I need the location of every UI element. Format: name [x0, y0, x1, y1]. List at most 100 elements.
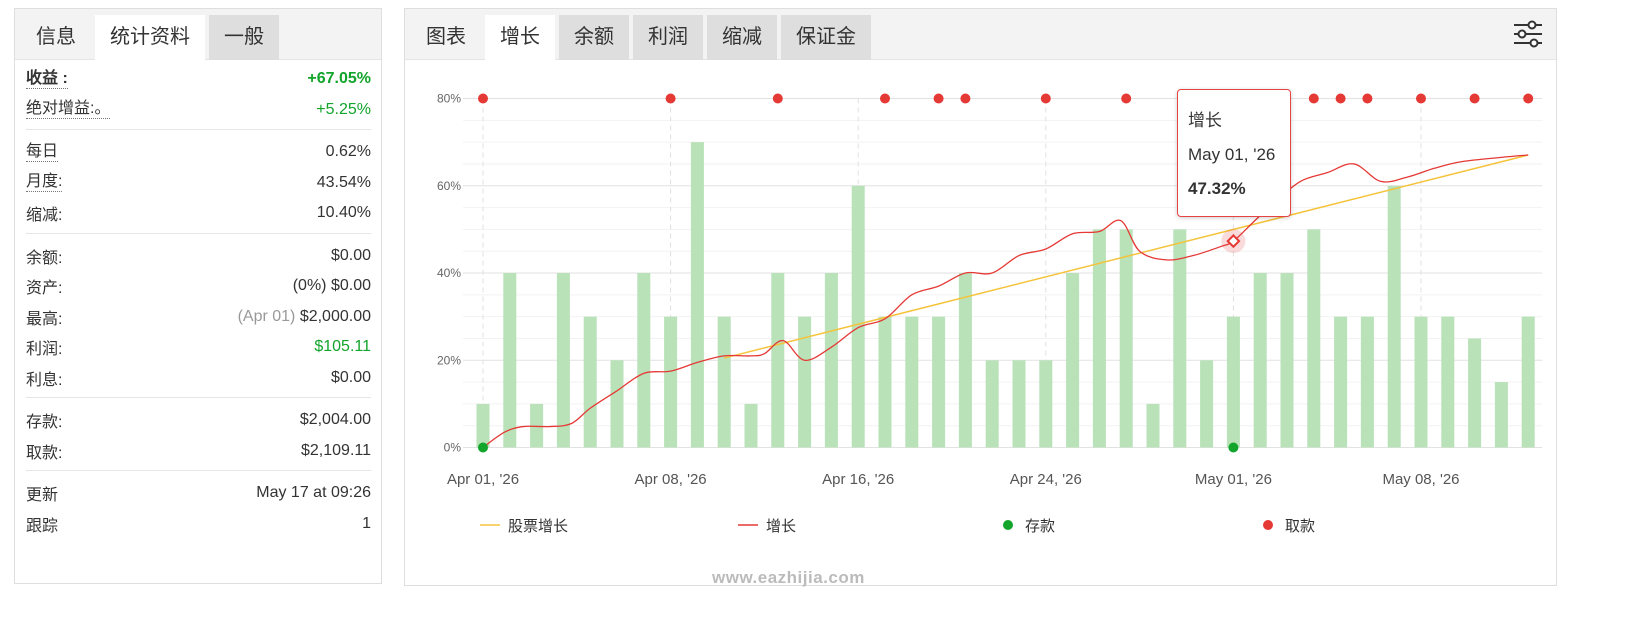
bar [905, 316, 919, 448]
highest-value-wrap: (Apr 01) $2,000.00 [238, 308, 371, 326]
bar [851, 185, 865, 448]
bar [1146, 403, 1160, 448]
daily-value: 0.62% [325, 143, 371, 161]
bar [1468, 338, 1482, 448]
x-tick-label: Apr 16, '26 [822, 471, 894, 488]
stats-list: 收益 : +67.05% 绝对增益:。 +5.25% 每日 0.62% 月度: … [15, 64, 381, 539]
tracking-label: 跟踪 [26, 517, 59, 535]
stat-abs-gain: 绝对增益:。 +5.25% [26, 95, 371, 126]
divider [26, 397, 371, 398]
bar [583, 316, 597, 448]
stat-withdrawals: 取款: $2,109.11 [26, 436, 371, 467]
tab-balance[interactable]: 余额 [559, 15, 629, 60]
chart-y-ticks: 0% 20% 40% 60% 80% [437, 92, 461, 455]
info-tabs: 信息 统计资料 一般 [15, 9, 381, 60]
bar [932, 316, 946, 448]
withdrawal-marker [880, 93, 890, 104]
withdrawal-marker [1469, 93, 1480, 104]
stat-gain: 收益 : +67.05% [26, 64, 371, 95]
equity-pct: (0%) [292, 277, 327, 295]
bar [744, 403, 758, 448]
withdrawal-marker [1121, 93, 1132, 104]
tab-statistics[interactable]: 统计资料 [95, 15, 205, 60]
stat-daily: 每日 0.62% [26, 137, 371, 168]
tab-info[interactable]: 信息 [21, 15, 91, 60]
gain-value: +67.05% [307, 70, 371, 88]
withdrawals-label: 取款: [26, 444, 63, 462]
x-tick-label: Apr 24, '26 [1010, 471, 1082, 488]
withdrawal-marker [1335, 93, 1346, 104]
bar [771, 273, 785, 448]
updated-value: May 17 at 09:26 [256, 484, 371, 502]
stat-profit: 利润: $105.11 [26, 332, 371, 363]
withdrawals-value: $2,109.11 [301, 441, 371, 459]
tab-general[interactable]: 一般 [209, 15, 279, 60]
tracking-value: 1 [362, 514, 371, 532]
bar [1494, 382, 1508, 448]
balance-value: $0.00 [330, 246, 371, 264]
monthly-value: 43.54% [316, 173, 371, 191]
bar [1173, 229, 1187, 448]
deposit-marker [1228, 442, 1239, 453]
legend-swatch-deposit [1003, 520, 1013, 530]
gain-label[interactable]: 收益 : [26, 70, 68, 89]
growth-chart[interactable]: 0%20%40%60%80% Apr 01, '26 Apr 08, '26 Apr… [405, 60, 1556, 585]
bar [1280, 273, 1294, 448]
deposits-label: 存款: [26, 414, 63, 432]
bar [958, 273, 972, 448]
bar [1307, 229, 1321, 448]
divider [26, 470, 371, 471]
updated-label: 更新 [26, 487, 59, 505]
bar [476, 403, 490, 448]
bar [717, 316, 731, 448]
chart-grid [463, 98, 1543, 448]
profit-label: 利润: [26, 341, 63, 359]
stat-balance: 余额: $0.00 [26, 241, 371, 272]
tab-margin[interactable]: 保证金 [781, 15, 871, 60]
bar [1387, 185, 1401, 448]
drawdown-value: 10.40% [316, 204, 371, 222]
withdrawal-marker [478, 93, 488, 104]
legend-label-growth: 增长 [766, 518, 796, 535]
equity-value-wrap: (0%) $0.00 [293, 277, 371, 295]
legend-label-withdrawal: 取款 [1285, 518, 1315, 535]
interest-label: 利息: [26, 371, 63, 389]
tab-profit[interactable]: 利润 [633, 15, 703, 60]
chart-highlight [1221, 229, 1246, 254]
withdrawal-marker [1362, 93, 1373, 104]
tooltip-title: 增长 [1188, 111, 1222, 130]
bar [1039, 360, 1053, 448]
bar [1012, 360, 1026, 448]
withdrawal-marker [1040, 93, 1051, 104]
legend-label-equity: 股票增长 [508, 518, 568, 535]
bar [1253, 273, 1267, 448]
tab-chart[interactable]: 图表 [411, 15, 481, 60]
bar [637, 273, 651, 448]
y-tick-label: 80% [437, 92, 461, 106]
legend-swatch-withdrawal [1263, 520, 1273, 530]
x-tick-label: May 01, '26 [1195, 471, 1272, 488]
tab-drawdown[interactable]: 缩减 [707, 15, 777, 60]
bar [1226, 316, 1240, 448]
daily-label[interactable]: 每日 [26, 143, 59, 162]
abs-gain-value: +5.25% [316, 100, 371, 118]
stat-tracking: 跟踪 1 [26, 509, 371, 540]
abs-gain-label[interactable]: 绝对增益:。 [26, 100, 111, 120]
monthly-label[interactable]: 月度: [26, 173, 63, 193]
tab-growth[interactable]: 增长 [485, 15, 555, 60]
sliders-icon[interactable] [1512, 19, 1544, 49]
watermark: www.eazhijia.com [712, 568, 865, 587]
chart-panel: 图表 增长 余额 利润 缩减 保证金 0% 20% 40% 60% 80% Apr 01… [404, 8, 1557, 586]
bar [556, 273, 570, 448]
chart-x-ticks: Apr 01, '26 Apr 08, '26 Apr 16, '26 Apr 24,… [447, 471, 1460, 488]
bar [985, 360, 999, 448]
bar [1521, 316, 1535, 448]
legend-label-deposit: 存款 [1025, 518, 1055, 535]
interest-value: $0.00 [330, 368, 371, 386]
stat-deposits: 存款: $2,004.00 [26, 405, 371, 436]
divider [26, 129, 371, 130]
withdrawal-marker [1308, 93, 1319, 104]
tooltip-date: May 01, '26 [1188, 145, 1276, 164]
stat-equity: 资产: (0%) $0.00 [26, 271, 371, 302]
tooltip-value: 47.32% [1188, 179, 1246, 198]
